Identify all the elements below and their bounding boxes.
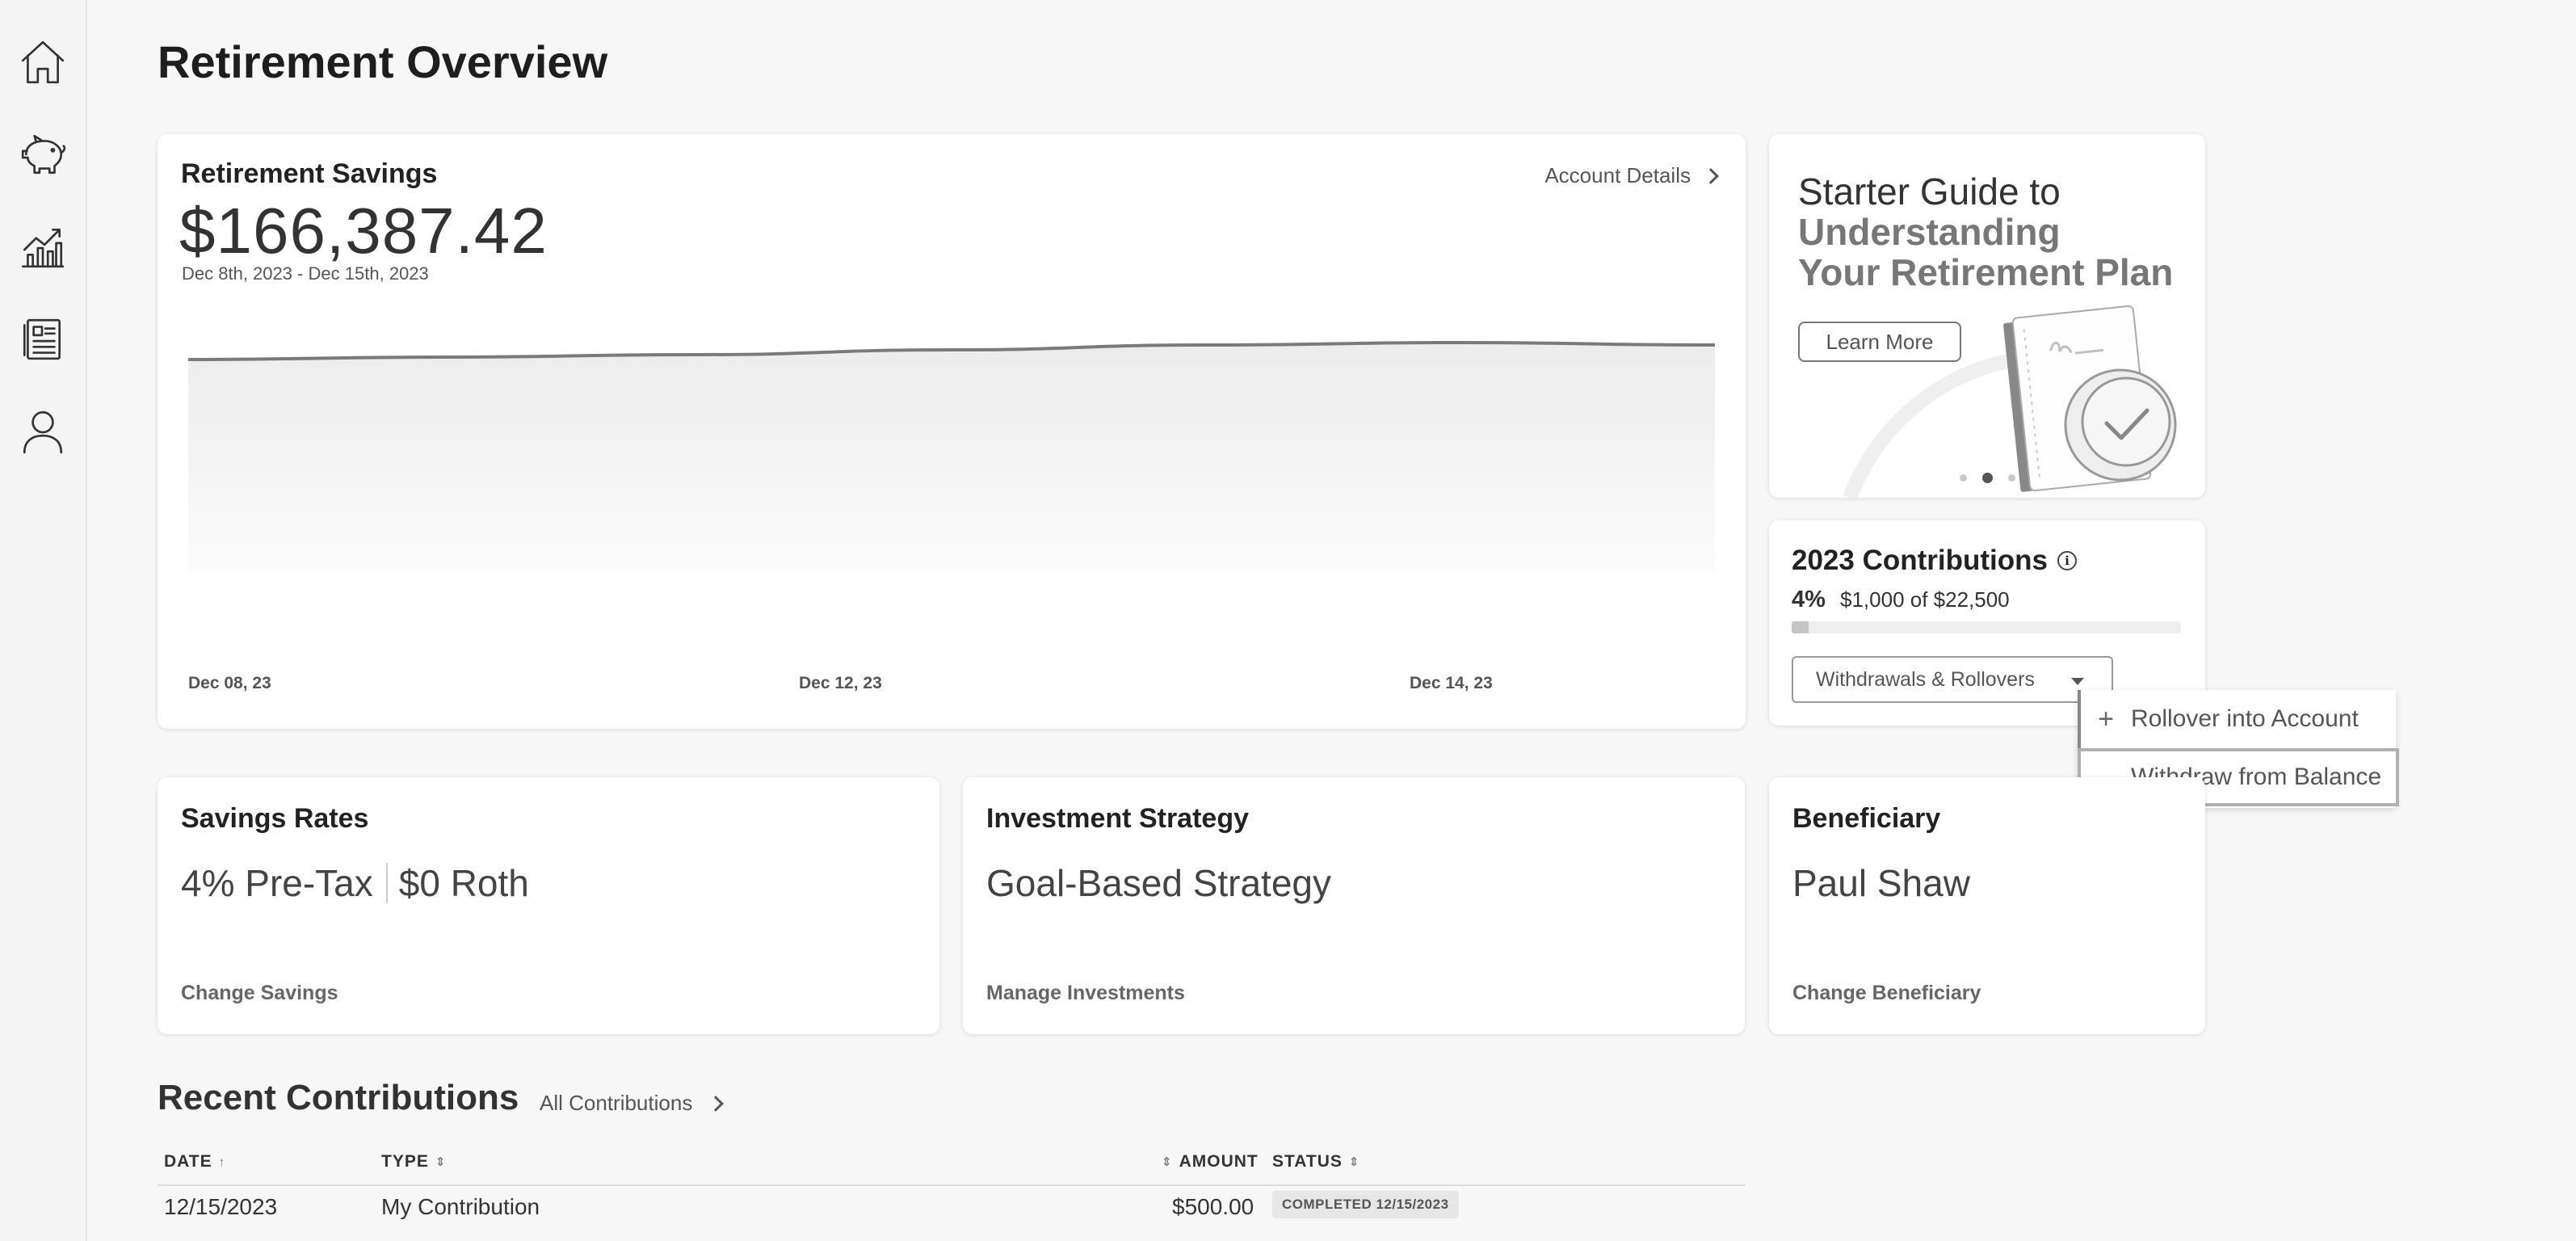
- recent-contributions-title: Recent Contributions: [158, 1078, 519, 1117]
- savings-rates-title: Savings Rates: [181, 803, 369, 834]
- divider: [385, 863, 388, 903]
- table-divider: [158, 1184, 1746, 1186]
- starter-guide-card: Starter Guide to Understanding Your Reti…: [1769, 134, 2205, 498]
- account-details-label: Account Details: [1544, 163, 1691, 187]
- column-header-label: TYPE: [381, 1152, 429, 1171]
- learn-more-button[interactable]: Learn More: [1798, 322, 1961, 362]
- withdrawals-rollovers-dropdown[interactable]: Withdrawals & Rollovers: [1792, 656, 2113, 703]
- x-tick-label: Dec 14, 23: [1410, 674, 1493, 692]
- change-beneficiary-link[interactable]: Change Beneficiary: [1792, 982, 1981, 1005]
- beneficiary-name: Paul Shaw: [1792, 862, 1970, 904]
- piggy-bank-icon[interactable]: [15, 126, 71, 183]
- row-type: My Contribution: [381, 1194, 540, 1219]
- pretax-rate: 4% Pre-Tax: [181, 862, 373, 904]
- investment-strategy-value: Goal-Based Strategy: [986, 862, 1332, 904]
- sort-icon: ⇕: [1162, 1155, 1173, 1169]
- dropdown-label: Withdrawals & Rollovers: [1816, 667, 2035, 691]
- sort-ascending-icon: ↑: [218, 1155, 226, 1169]
- sidebar: [0, 0, 87, 1241]
- status-badge: COMPLETED 12/15/2023: [1272, 1191, 1459, 1218]
- roth-rate: $0 Roth: [398, 862, 529, 904]
- column-header-type[interactable]: TYPE ⇕: [381, 1152, 446, 1172]
- contribution-progress-bar: [1792, 621, 2181, 633]
- row-date: 12/15/2023: [164, 1194, 278, 1219]
- beneficiary-card: Beneficiary Paul Shaw Change Beneficiary: [1769, 777, 2205, 1034]
- change-savings-link[interactable]: Change Savings: [181, 982, 338, 1005]
- chevron-right-icon: [708, 1095, 725, 1112]
- row-amount: $500.00: [1172, 1194, 1254, 1219]
- contributions-title: 2023 Contributions i: [1792, 545, 2077, 577]
- carousel-dot-active[interactable]: [1982, 473, 1993, 483]
- promo-heading-line: Understanding: [1798, 211, 2061, 253]
- promo-heading-line: Starter Guide to: [1798, 170, 2061, 212]
- retirement-savings-card: Retirement Savings $166,387.42 Dec 8th, …: [158, 134, 1746, 729]
- column-header-label: STATUS: [1272, 1152, 1343, 1171]
- all-contributions-label: All Contributions: [540, 1091, 693, 1115]
- savings-rates-card: Savings Rates 4% Pre-Tax $0 Roth Change …: [158, 777, 939, 1034]
- column-header-status[interactable]: STATUS ⇕: [1272, 1152, 1359, 1172]
- investment-strategy-title: Investment Strategy: [986, 803, 1249, 834]
- savings-rates-value: 4% Pre-Tax $0 Roth: [181, 861, 529, 905]
- beneficiary-title: Beneficiary: [1792, 803, 1941, 834]
- column-header-label: DATE: [164, 1152, 212, 1171]
- promo-heading-line: Your Retirement Plan: [1798, 251, 2174, 293]
- user-icon[interactable]: [15, 402, 71, 459]
- savings-date-range: Dec 8th, 2023 - Dec 15th, 2023: [182, 263, 429, 284]
- sort-icon: ⇕: [435, 1155, 447, 1169]
- account-details-link[interactable]: Account Details: [1544, 163, 1719, 188]
- carousel-dot[interactable]: [1960, 474, 1967, 482]
- page-title: Retirement Overview: [158, 36, 608, 87]
- menu-item-label: Rollover into Account: [2131, 705, 2359, 732]
- contribution-amount-of-limit: $1,000 of $22,500: [1840, 587, 2010, 612]
- savings-chart: [188, 340, 1715, 570]
- carousel-dot[interactable]: [2008, 474, 2015, 482]
- menu-item-rollover[interactable]: + Rollover into Account: [2081, 690, 2396, 748]
- info-icon[interactable]: i: [2057, 551, 2077, 570]
- savings-amount: $166,387.42: [179, 195, 548, 267]
- contribution-progress-fill: [1792, 621, 1809, 633]
- home-icon[interactable]: [15, 34, 71, 90]
- caret-down-icon: [2071, 678, 2084, 685]
- sort-icon: ⇕: [1348, 1155, 1360, 1169]
- chevron-right-icon: [1703, 167, 1719, 184]
- investment-strategy-card: Investment Strategy Goal-Based Strategy …: [963, 777, 1745, 1034]
- manage-investments-link[interactable]: Manage Investments: [986, 982, 1185, 1005]
- column-header-label: AMOUNT: [1179, 1152, 1259, 1171]
- x-tick-label: Dec 08, 23: [188, 674, 271, 692]
- all-contributions-link[interactable]: All Contributions: [540, 1091, 725, 1116]
- column-header-date[interactable]: DATE ↑: [164, 1152, 225, 1172]
- growth-chart-icon[interactable]: [15, 218, 71, 275]
- documents-icon[interactable]: [15, 310, 71, 367]
- contributions-title-text: 2023 Contributions: [1792, 545, 2048, 576]
- savings-card-title: Retirement Savings: [181, 158, 438, 189]
- x-tick-label: Dec 12, 23: [799, 674, 882, 692]
- contribution-percent: 4%: [1792, 587, 1826, 612]
- chart-area: [188, 343, 1715, 570]
- column-header-amount[interactable]: ⇕ AMOUNT: [1162, 1152, 1259, 1172]
- plus-icon: +: [2098, 703, 2114, 734]
